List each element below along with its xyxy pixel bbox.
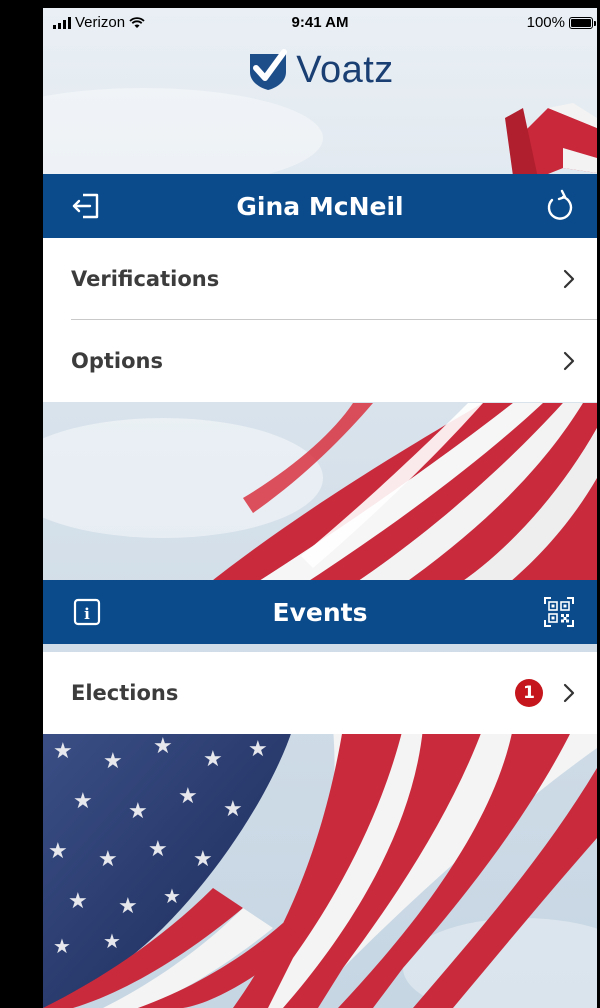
menu-item-options[interactable]: Options [43,320,597,402]
status-right: 100% [526,14,596,31]
menu-item-label: Verifications [71,267,220,291]
svg-text:★: ★ [153,734,173,759]
status-bar: Verizon 9:41 AM 100% [43,8,597,40]
battery-percent: 100% [526,14,565,31]
top-frame-edge [0,0,600,8]
svg-text:★: ★ [148,837,168,862]
logout-icon[interactable] [69,188,105,224]
profile-menu: Verifications Options [43,238,597,402]
menu-item-label: Options [71,349,163,373]
app-screen: ★ ★ ★ ★ ★ ★ ★ ★ ★ ★ ★ ★ ★ ★ ★ ★ ★ ★ Veri… [43,8,597,1008]
menu-item-elections[interactable]: Elections 1 [43,652,597,734]
svg-text:★: ★ [193,847,213,872]
notification-badge: 1 [515,679,543,707]
events-header-bar: i Events [43,580,597,644]
svg-text:★: ★ [163,884,181,908]
svg-text:★: ★ [48,839,68,864]
svg-text:★: ★ [178,784,198,809]
svg-text:★: ★ [53,934,71,958]
svg-text:★: ★ [248,737,268,762]
voatz-check-icon [250,49,288,90]
events-menu: Elections 1 [43,652,597,734]
left-frame-edge [0,0,43,1008]
svg-text:★: ★ [68,889,88,914]
logo-text: Voatz [296,48,394,91]
svg-text:i: i [84,605,90,623]
refresh-icon[interactable] [541,188,577,224]
battery-fill [571,18,591,27]
chevron-right-icon [563,351,575,371]
user-name-title: Gina McNeil [236,191,404,221]
svg-text:★: ★ [73,789,93,814]
svg-text:★: ★ [223,797,243,822]
svg-text:★: ★ [103,749,123,774]
qr-code-icon[interactable] [541,594,577,630]
info-icon[interactable]: i [69,594,105,630]
status-time: 9:41 AM [291,14,349,31]
svg-text:★: ★ [203,747,223,772]
chevron-right-icon [563,269,575,289]
profile-header-bar: Gina McNeil [43,174,597,238]
flag-background: ★ ★ ★ ★ ★ ★ ★ ★ ★ ★ ★ ★ ★ ★ ★ ★ ★ ★ [43,8,597,1008]
svg-text:★: ★ [128,799,148,824]
chevron-right-icon [563,683,575,703]
battery-icon [569,16,596,29]
events-title: Events [272,597,368,627]
menu-item-label: Elections [71,681,179,705]
svg-text:★: ★ [118,894,138,919]
menu-item-verifications[interactable]: Verifications [43,238,597,320]
app-logo: Voatz [43,48,597,92]
svg-text:★: ★ [103,929,121,953]
svg-text:★: ★ [53,739,73,764]
svg-text:★: ★ [98,847,118,872]
